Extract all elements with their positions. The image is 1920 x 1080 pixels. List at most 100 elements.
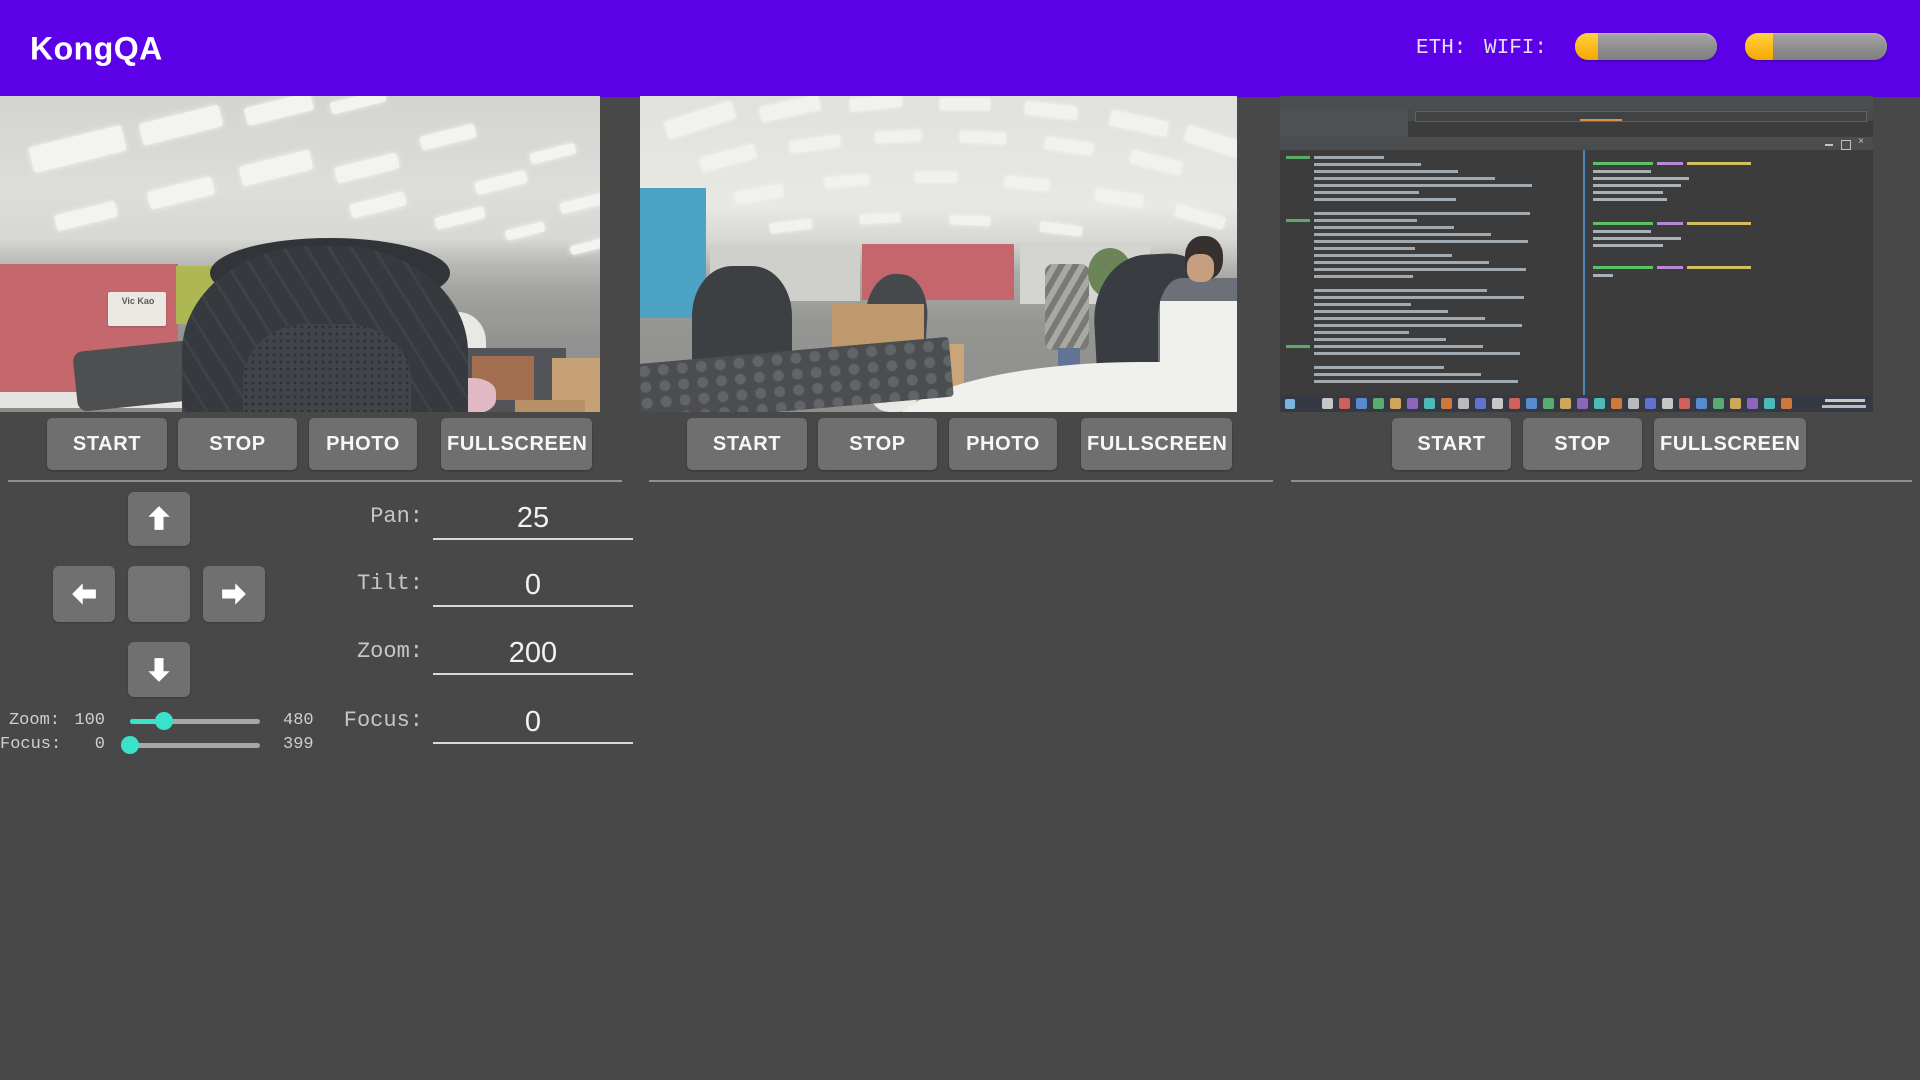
feed-art-shape	[849, 96, 902, 112]
eth-status-fill	[1575, 33, 1598, 60]
feed-art-shape	[1314, 366, 1444, 369]
feed-art-shape	[1580, 119, 1622, 121]
feed-art-shape	[1174, 204, 1225, 229]
feed1-fullscreen-button[interactable]: FULLSCREEN	[441, 418, 592, 470]
feed-art-shape	[1577, 398, 1588, 409]
feed-art-shape	[243, 324, 411, 412]
feed-art-shape	[1314, 163, 1421, 166]
feed-art-shape	[1424, 398, 1435, 409]
feed-art-shape	[1314, 240, 1528, 243]
feed-art-shape	[1314, 352, 1520, 355]
feed-art-shape	[1314, 212, 1530, 215]
zoom-field-input[interactable]	[433, 633, 633, 675]
feed-art-shape	[1492, 398, 1503, 409]
focus-slider[interactable]	[130, 743, 260, 748]
feed-art-shape	[1662, 398, 1673, 409]
feed-art-shape	[1322, 398, 1333, 409]
feed-art-shape	[1611, 398, 1622, 409]
feed-art-shape	[239, 150, 314, 187]
pan-field-input[interactable]	[433, 498, 633, 540]
feed-art-shape	[1129, 150, 1183, 175]
zoom-slider-label: Zoom:	[0, 709, 60, 733]
feed-art-shape	[515, 400, 585, 412]
feed-art-shape	[1314, 317, 1485, 320]
zoom-slider-min: 100	[62, 709, 105, 733]
feed-art-shape	[1593, 170, 1651, 173]
feed-art-shape	[1593, 177, 1689, 180]
feed-art-shape	[1109, 110, 1169, 137]
feed-art-shape	[1314, 338, 1446, 341]
feed-art-shape	[329, 96, 386, 115]
feed-art-shape	[529, 143, 576, 165]
feed-art-shape	[1314, 247, 1415, 250]
feed-art-shape	[1314, 226, 1454, 229]
camera-feed-1: Vic Kao	[0, 96, 600, 412]
feed-art-shape	[1314, 331, 1409, 334]
feed-art-shape	[1314, 380, 1518, 383]
focus-field-label: Focus:	[300, 705, 423, 737]
zoom-slider[interactable]	[130, 719, 260, 724]
camera-feed-3-screen-capture: ×	[1280, 96, 1873, 412]
feed2-photo-button[interactable]: PHOTO	[949, 418, 1057, 470]
feed-art-shape	[72, 340, 198, 412]
feed-art-shape	[569, 238, 600, 255]
zoom-slider-thumb[interactable]	[155, 712, 173, 730]
feed-art-shape	[1314, 303, 1411, 306]
feed3-start-button[interactable]: START	[1392, 418, 1511, 470]
feed-art-shape	[1314, 170, 1458, 173]
app-title: KongQA	[30, 30, 163, 67]
feed-art-shape	[1509, 398, 1520, 409]
feed-art-shape	[1593, 230, 1651, 233]
feed-art-shape	[1040, 221, 1083, 236]
feed-art-shape	[1286, 345, 1310, 348]
feed-art-shape	[1822, 405, 1866, 408]
feed-art-shape	[1280, 109, 1408, 137]
pan-tilt-up-button[interactable]	[128, 492, 190, 546]
feed2-stop-button[interactable]: STOP	[818, 418, 937, 470]
feed3-fullscreen-button[interactable]: FULLSCREEN	[1654, 418, 1806, 470]
feed-art-shape	[1314, 310, 1448, 313]
feed-art-shape	[734, 184, 783, 204]
feed-art-shape	[1628, 398, 1639, 409]
camera-feed-2	[640, 96, 1237, 412]
feed-art-shape	[1314, 268, 1526, 271]
feed-art-shape	[1407, 398, 1418, 409]
feed-art-shape	[1560, 398, 1571, 409]
feed-art-shape	[1841, 140, 1851, 150]
pan-tilt-home-button[interactable]	[128, 566, 190, 622]
feed-art-shape	[940, 98, 990, 110]
pan-tilt-down-button[interactable]	[128, 642, 190, 697]
feed-art-shape	[1285, 399, 1295, 409]
feed-art-shape	[1286, 156, 1310, 159]
feed1-start-button[interactable]: START	[47, 418, 167, 470]
feed1-photo-button[interactable]: PHOTO	[309, 418, 417, 470]
feed-art-shape	[1543, 398, 1554, 409]
feed-art-shape	[664, 101, 736, 140]
feed-art-shape	[1594, 398, 1605, 409]
panel1-divider	[8, 480, 622, 482]
focus-field-input[interactable]	[433, 702, 633, 744]
feed-art-shape	[1160, 301, 1237, 412]
feed-art-shape	[1475, 398, 1486, 409]
feed2-start-button[interactable]: START	[687, 418, 807, 470]
feed-art-shape	[1825, 144, 1833, 146]
focus-slider-min: 0	[62, 733, 105, 757]
focus-slider-thumb[interactable]	[121, 736, 139, 754]
feed3-stop-button[interactable]: STOP	[1523, 418, 1642, 470]
focus-slider-label: Focus:	[0, 733, 60, 757]
feed-art-shape	[1747, 398, 1758, 409]
eth-label: ETH:	[1416, 0, 1466, 97]
feed-art-shape	[1657, 162, 1683, 165]
tilt-field-input[interactable]	[433, 565, 633, 607]
feed-art-shape	[1657, 222, 1683, 225]
feed-art-shape	[1314, 177, 1495, 180]
feed-art-shape	[1356, 398, 1367, 409]
feed-art-shape	[1184, 125, 1237, 159]
feed-art-shape	[1593, 237, 1681, 240]
pan-tilt-left-button[interactable]	[53, 566, 115, 622]
feed2-fullscreen-button[interactable]: FULLSCREEN	[1081, 418, 1232, 470]
feed-art-shape	[1730, 398, 1741, 409]
pan-tilt-right-button[interactable]	[203, 566, 265, 622]
feed1-stop-button[interactable]: STOP	[178, 418, 297, 470]
feed-art-shape	[1314, 324, 1522, 327]
